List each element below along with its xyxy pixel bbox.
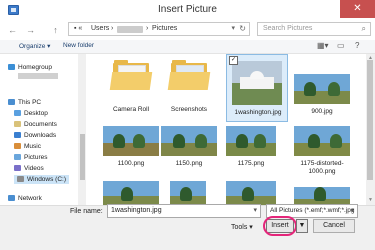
folder-icon (109, 60, 153, 90)
file-name: 1150.png (175, 160, 203, 167)
pictures-icon (14, 154, 21, 160)
file-item[interactable]: 1175-distorted-1000.png (291, 124, 353, 184)
downloads-icon (14, 132, 21, 138)
file-item[interactable]: Screenshots (158, 58, 220, 118)
address-dropdown-icon[interactable]: ▾ (231, 24, 235, 32)
file-name: 900.jpg (311, 108, 333, 115)
insert-picture-dialog: Insert Picture ✕ ← → ↑ ▪ « Users › › Pic… (0, 0, 375, 250)
sidebar-item-network[interactable]: Network (8, 195, 42, 202)
sidebar-item-this-pc[interactable]: This PC (8, 99, 41, 106)
photo-thumbnail (170, 181, 206, 205)
file-name: 1washington.jpg (234, 109, 282, 116)
address-bar[interactable]: ▪ « Users › › Pictures ▾ ↻ (68, 22, 250, 36)
scroll-down-icon[interactable]: ▼ (367, 197, 374, 203)
breadcrumb-users[interactable]: Users (91, 25, 109, 32)
file-type-value: All Pictures (*.emf;*.wmf;*.jpg (270, 207, 355, 214)
redacted-user (18, 73, 58, 79)
search-placeholder: Search Pictures (263, 25, 313, 32)
selection-checkbox[interactable]: ✓ (229, 56, 238, 65)
chevron-down-icon[interactable]: ▾ (351, 206, 354, 214)
photo-thumbnail (294, 126, 350, 156)
pc-folder-icon: ▪ « (74, 25, 83, 32)
file-item[interactable] (220, 179, 282, 205)
videos-icon (14, 165, 21, 171)
sidebar-item-videos[interactable]: Videos (14, 165, 44, 172)
file-item[interactable] (100, 179, 162, 205)
forward-arrow-icon[interactable]: → (24, 24, 37, 36)
sidebar-item-desktop[interactable]: Desktop (14, 110, 48, 117)
navigation-pane: Homegroup This PC Desktop Documents Down… (0, 54, 81, 205)
view-options-icon[interactable]: ▦▾ (317, 41, 329, 50)
file-name: Screenshots (170, 106, 208, 113)
file-name-label: File name: (70, 208, 103, 215)
new-folder-button[interactable]: New folder (63, 42, 94, 49)
sidebar-item-pictures[interactable]: Pictures (14, 154, 47, 161)
title-bar: Insert Picture ✕ (0, 0, 375, 20)
sidebar-item-windows-c[interactable]: Windows (C:) (14, 175, 70, 184)
computer-icon (8, 99, 15, 105)
search-icon[interactable]: ⌕ (362, 24, 366, 34)
file-name: 1100.png (117, 160, 145, 167)
back-arrow-icon[interactable]: ← (6, 24, 19, 36)
chevron-down-icon[interactable]: ▾ (253, 206, 257, 214)
file-item[interactable]: 1150.png (158, 124, 220, 169)
photo-thumbnail (226, 181, 276, 205)
refresh-icon[interactable]: ↻ (239, 24, 246, 33)
file-name-value: 1washington.jpg (111, 207, 162, 214)
sidebar-scroll-thumb[interactable] (80, 134, 85, 180)
file-item[interactable]: 900.jpg (291, 58, 353, 118)
desktop-icon (14, 110, 21, 116)
file-item[interactable] (291, 185, 353, 205)
close-button[interactable]: ✕ (340, 0, 375, 18)
sidebar-item-music[interactable]: Music (14, 143, 41, 150)
search-box[interactable]: Search Pictures ⌕ (257, 22, 371, 36)
up-arrow-icon[interactable]: ↑ (49, 24, 62, 36)
cancel-button[interactable]: Cancel (313, 219, 355, 233)
photo-thumbnail (103, 181, 159, 205)
sidebar-scrollbar[interactable] (78, 54, 86, 205)
tools-menu[interactable]: Tools ▾ (231, 223, 253, 231)
file-item[interactable]: Camera Roll (100, 58, 162, 118)
photo-thumbnail (161, 126, 217, 156)
breadcrumb-pictures[interactable]: Pictures (152, 25, 177, 32)
documents-icon (14, 121, 21, 127)
window-title: Insert Picture (158, 4, 217, 15)
sidebar-item-homegroup[interactable]: Homegroup (8, 64, 52, 71)
photo-thumbnail (232, 61, 282, 105)
file-item[interactable]: 1175.png (220, 124, 282, 169)
network-icon (8, 195, 15, 201)
photo-thumbnail (294, 74, 350, 104)
insert-options-dropdown[interactable]: ▼ (296, 219, 308, 233)
breadcrumb-separator-icon: › (111, 25, 114, 32)
content-scroll-thumb[interactable] (367, 60, 373, 180)
help-icon[interactable]: ? (355, 41, 359, 50)
file-name: 1175-distorted-1000.png (300, 160, 344, 175)
photo-thumbnail (226, 126, 276, 156)
highlight-ring (263, 216, 297, 236)
music-icon (14, 143, 21, 149)
file-name: 1175.png (237, 160, 265, 167)
photo-thumbnail (294, 187, 350, 205)
homegroup-icon (8, 64, 15, 70)
organize-menu[interactable]: Organize ▾ (19, 42, 50, 50)
photo-thumbnail (103, 126, 159, 156)
file-name: Camera Roll (112, 106, 150, 113)
file-item[interactable] (158, 179, 220, 205)
command-toolbar: Organize ▾ New folder ▦▾ ▭ ? (0, 40, 375, 54)
breadcrumb-separator-icon: › (146, 25, 149, 32)
drive-icon (17, 176, 24, 182)
preview-pane-icon[interactable]: ▭ (337, 41, 345, 50)
file-item[interactable]: 1100.png (100, 124, 162, 169)
sidebar-item-documents[interactable]: Documents (14, 121, 57, 128)
file-name-input[interactable]: 1washington.jpg ▾ (107, 204, 261, 218)
sidebar-item-downloads[interactable]: Downloads (14, 132, 56, 139)
chevron-down-icon: ▾ (249, 224, 253, 231)
folder-icon (167, 60, 211, 90)
redacted-username (117, 26, 143, 33)
